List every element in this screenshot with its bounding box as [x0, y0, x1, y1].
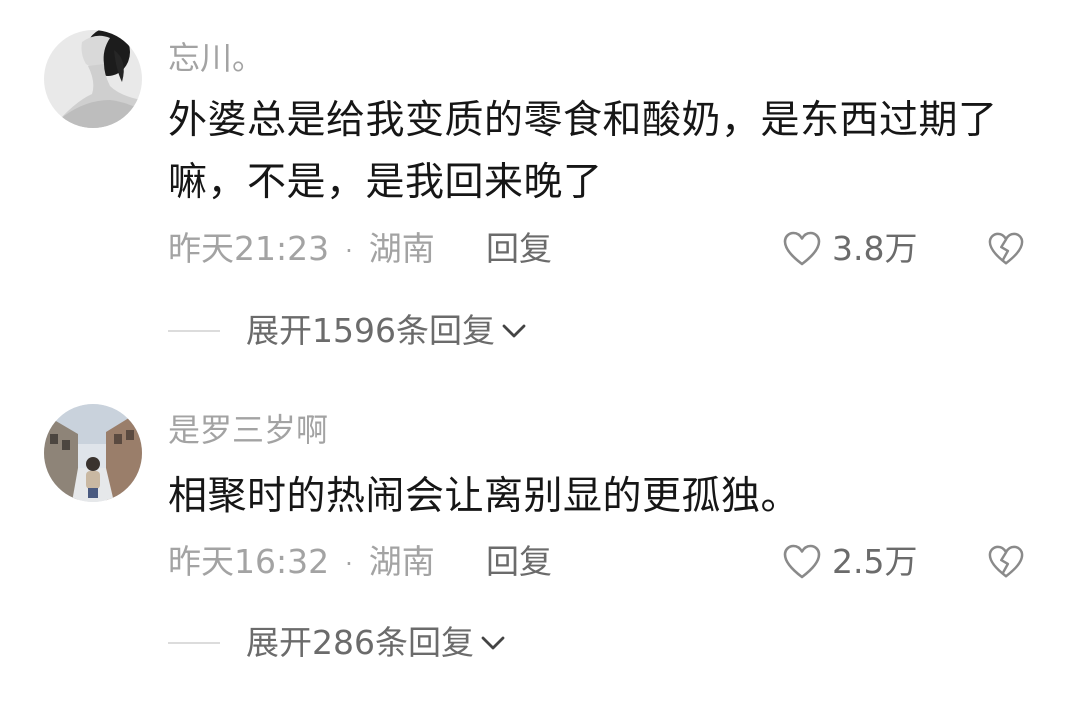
- comment-time: 昨天16:32: [168, 542, 330, 581]
- like-button[interactable]: 2.5万: [782, 541, 917, 583]
- expand-divider: [168, 642, 220, 644]
- heart-outline-icon: [783, 544, 821, 579]
- comment-location: 湖南: [368, 229, 435, 268]
- dislike-button[interactable]: [984, 541, 1028, 583]
- heart-outline-icon: [783, 231, 821, 266]
- expand-divider: [168, 330, 220, 332]
- expand-replies-button[interactable]: 展开1596条回复: [168, 310, 527, 352]
- reply-button[interactable]: 回复: [486, 541, 552, 583]
- like-button[interactable]: 3.8万: [782, 228, 917, 270]
- broken-heart-icon: [988, 545, 1024, 578]
- woman-portrait-avatar-icon: [44, 30, 142, 128]
- reply-button[interactable]: 回复: [486, 228, 552, 270]
- expand-replies-label: 展开286条回复: [246, 623, 474, 662]
- like-count: 2.5万: [832, 542, 918, 581]
- chevron-down-icon: [480, 634, 506, 652]
- avatar[interactable]: [44, 404, 142, 502]
- comment-time: 昨天21:23: [168, 229, 330, 268]
- expand-replies-button[interactable]: 展开286条回复: [168, 622, 506, 664]
- meta-separator: ·: [345, 236, 353, 265]
- comment-text: 相聚时的热闹会让离别显的更孤独。: [168, 474, 801, 519]
- comment-meta: 昨天21:23 · 湖南: [168, 228, 435, 272]
- like-count: 3.8万: [832, 229, 918, 268]
- comment-text: 外婆总是给我变质的零食和酸奶，是东西过期了嘛，不是，是我回来晚了: [168, 98, 998, 205]
- username[interactable]: 是罗三岁啊: [168, 410, 328, 450]
- chevron-down-icon: [501, 322, 527, 340]
- comment-item: 忘川。 外婆总是给我变质的零食和酸奶，是东西过期了嘛，不是，是我回来晚了 昨天2…: [0, 0, 1080, 380]
- broken-heart-icon: [988, 232, 1024, 265]
- username[interactable]: 忘川。: [168, 38, 264, 78]
- street-photo-avatar-icon: [44, 404, 142, 502]
- comment-location: 湖南: [368, 542, 435, 581]
- comment-item: 是罗三岁啊 相聚时的热闹会让离别显的更孤独。 昨天16:32 · 湖南 回复 2.5…: [0, 380, 1080, 701]
- comment-meta: 昨天16:32 · 湖南: [168, 541, 435, 585]
- meta-separator: ·: [345, 549, 353, 578]
- dislike-button[interactable]: [984, 228, 1028, 270]
- expand-replies-label: 展开1596条回复: [246, 311, 495, 350]
- avatar[interactable]: [44, 30, 142, 128]
